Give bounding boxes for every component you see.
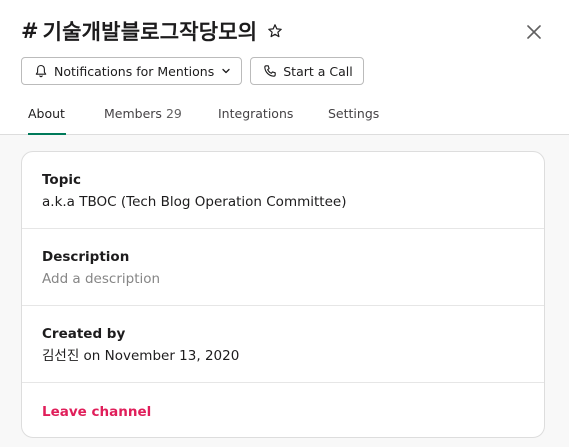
- members-count: 29: [165, 106, 182, 121]
- topic-section[interactable]: Topic a.k.a TBOC (Tech Blog Operation Co…: [22, 152, 544, 229]
- tab-members[interactable]: Members 29: [104, 106, 182, 135]
- channel-name[interactable]: 기술개발블로그작당모의: [43, 16, 258, 46]
- close-icon: [527, 25, 541, 39]
- topic-label: Topic: [42, 172, 81, 188]
- phone-icon: [263, 64, 277, 78]
- topic-value: a.k.a TBOC (Tech Blog Operation Committe…: [42, 194, 347, 210]
- tab-bar: About Members 29 Integrations Settings: [0, 106, 569, 135]
- description-section[interactable]: Description Add a description: [22, 229, 544, 306]
- description-label: Description: [42, 249, 130, 265]
- leave-section: Leave channel: [22, 383, 544, 437]
- tab-members-label: Members: [104, 106, 162, 121]
- tab-settings-label: Settings: [328, 106, 380, 121]
- bell-icon: [34, 64, 48, 78]
- notifications-button[interactable]: Notifications for Mentions: [21, 57, 243, 85]
- created-by-value: 김선진 on November 13, 2020: [42, 348, 240, 364]
- channel-hash: #: [21, 19, 39, 43]
- leave-channel-link[interactable]: Leave channel: [42, 403, 544, 421]
- chevron-down-icon: [221, 66, 231, 76]
- close-button[interactable]: [524, 22, 544, 42]
- start-call-button[interactable]: Start a Call: [250, 57, 364, 85]
- tab-integrations[interactable]: Integrations: [218, 106, 293, 135]
- start-call-label: Start a Call: [283, 63, 353, 79]
- description-placeholder: Add a description: [42, 271, 161, 287]
- created-by-label: Created by: [42, 326, 126, 342]
- tab-integrations-label: Integrations: [218, 106, 294, 121]
- action-buttons: Notifications for Mentions Start a Call: [21, 57, 364, 85]
- channel-details-header: # 기술개발블로그작당모의 Notifications for Mentions: [0, 0, 569, 135]
- tab-about[interactable]: About: [28, 106, 66, 135]
- tab-settings[interactable]: Settings: [328, 106, 379, 135]
- created-by-section: Created by 김선진 on November 13, 2020: [22, 306, 544, 383]
- notifications-label: Notifications for Mentions: [54, 63, 215, 79]
- tab-about-label: About: [28, 106, 65, 121]
- about-card: Topic a.k.a TBOC (Tech Blog Operation Co…: [21, 151, 545, 438]
- channel-title: # 기술개발블로그작당모의: [21, 16, 283, 46]
- star-icon[interactable]: [267, 23, 283, 39]
